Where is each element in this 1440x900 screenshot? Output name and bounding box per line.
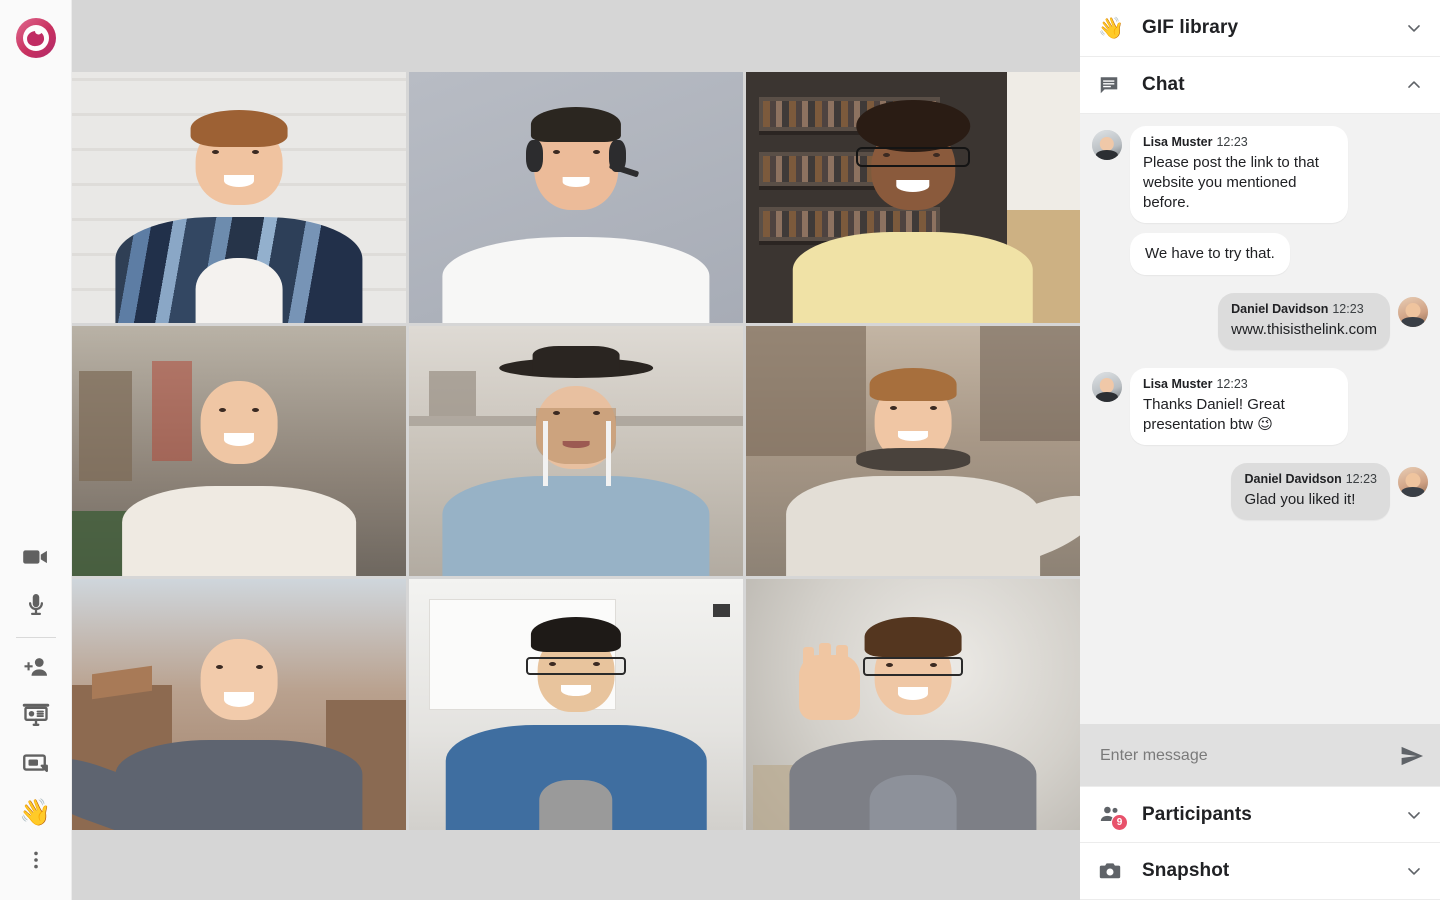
presentation-icon	[21, 701, 51, 731]
avatar	[1092, 372, 1122, 402]
chat-spacer	[1092, 526, 1428, 721]
microphone-icon	[21, 590, 51, 620]
waving-hand-icon: 👋	[1098, 18, 1128, 39]
chat-bubble: Daniel Davidson 12:23 Glad you liked it!	[1231, 463, 1390, 520]
chat-text: Please post the link to that website you…	[1143, 153, 1335, 213]
camera-icon	[1098, 859, 1128, 883]
invite-participant-button[interactable]	[8, 644, 64, 692]
chat-bubble-icon	[1098, 74, 1128, 96]
chat-message-meta: Lisa Muster 12:23	[1143, 135, 1335, 150]
chat-author: Daniel Davidson	[1244, 472, 1341, 486]
stage-bottom-area	[72, 830, 1080, 900]
snapshot-title: Snapshot	[1142, 860, 1404, 882]
video-tile-5[interactable]	[409, 326, 743, 577]
chat-author: Lisa Muster	[1143, 377, 1212, 391]
avatar	[1398, 297, 1428, 327]
video-camera-icon	[20, 541, 52, 573]
message-input[interactable]	[1100, 747, 1388, 765]
chat-time: 12:23	[1346, 472, 1377, 486]
chat-bubble: Lisa Muster 12:23 Thanks Daniel! Great pr…	[1130, 368, 1348, 445]
chevron-down-icon[interactable]	[1404, 805, 1424, 825]
panel-section-snapshot[interactable]: Snapshot	[1080, 843, 1440, 900]
waving-hand-icon: 👋	[19, 799, 51, 825]
chat-bubble: Lisa Muster 12:23 Please post the link to…	[1130, 126, 1348, 223]
chat-text: We have to try that.	[1145, 244, 1275, 264]
video-tile-4[interactable]	[72, 326, 406, 577]
video-tile-9[interactable]	[746, 579, 1080, 830]
video-tile-6[interactable]	[746, 326, 1080, 577]
video-tile-1[interactable]	[72, 72, 406, 323]
toolbar-divider	[16, 637, 56, 638]
chat-bubble: We have to try that.	[1130, 233, 1290, 275]
chat-author: Daniel Davidson	[1231, 302, 1328, 316]
chevron-down-icon[interactable]	[1404, 861, 1424, 881]
chat-time: 12:23	[1216, 377, 1247, 391]
video-tile-7[interactable]	[72, 579, 406, 830]
participants-title: Participants	[1142, 804, 1404, 826]
panel-section-gif-library[interactable]: 👋 GIF library	[1080, 0, 1440, 57]
right-panel: 👋 GIF library Chat	[1080, 0, 1440, 900]
more-vertical-icon	[24, 848, 48, 872]
video-stage	[72, 0, 1080, 900]
chat-message-meta: Daniel Davidson 12:23	[1231, 302, 1377, 317]
video-grid	[72, 72, 1080, 830]
chat-message: Daniel Davidson 12:23 Glad you liked it!	[1092, 463, 1428, 520]
video-tile-8[interactable]	[409, 579, 743, 830]
chat-text: Glad you liked it!	[1244, 490, 1377, 510]
share-screen-button[interactable]	[8, 740, 64, 788]
video-tile-3[interactable]	[746, 72, 1080, 323]
screen-share-icon	[21, 749, 51, 779]
raise-hand-button[interactable]: 👋	[8, 788, 64, 836]
chevron-down-icon[interactable]	[1404, 18, 1424, 38]
chat-message: Lisa Muster 12:23 Thanks Daniel! Great pr…	[1092, 368, 1428, 445]
video-tile-2[interactable]	[409, 72, 743, 323]
panel-section-participants[interactable]: 9 Participants	[1080, 786, 1440, 843]
chat-text: www.thisisthelink.com	[1231, 320, 1377, 340]
toggle-microphone-button[interactable]	[8, 581, 64, 629]
gif-library-title: GIF library	[1142, 17, 1404, 39]
presentation-button[interactable]	[8, 692, 64, 740]
toggle-camera-button[interactable]	[8, 533, 64, 581]
chat-composer	[1080, 724, 1440, 786]
chat-title: Chat	[1142, 74, 1404, 96]
eye-logo-icon	[16, 18, 56, 58]
left-toolbar: 👋	[0, 0, 72, 900]
chat-message: Daniel Davidson 12:23 www.thisisthelink.c…	[1092, 293, 1428, 350]
chat-time: 12:23	[1216, 135, 1247, 149]
panel-section-chat[interactable]: Chat	[1080, 57, 1440, 114]
chat-author: Lisa Muster	[1143, 135, 1212, 149]
participants-count-badge: 9	[1111, 814, 1128, 831]
avatar	[1092, 130, 1122, 160]
video-conference-app: 👋	[0, 0, 1440, 900]
chat-time: 12:23	[1332, 302, 1363, 316]
people-icon: 9	[1098, 803, 1128, 827]
send-icon[interactable]	[1398, 742, 1426, 770]
chat-message: Lisa Muster 12:23 Please post the link to…	[1092, 126, 1428, 223]
chat-message-list[interactable]: Lisa Muster 12:23 Please post the link to…	[1080, 114, 1440, 724]
chevron-up-icon[interactable]	[1404, 75, 1424, 95]
chat-text: Thanks Daniel! Great presentation btw 😉	[1143, 395, 1335, 435]
chat-bubble: Daniel Davidson 12:23 www.thisisthelink.c…	[1218, 293, 1390, 350]
chat-message: We have to try that.	[1130, 233, 1428, 275]
chat-message-meta: Daniel Davidson 12:23	[1244, 472, 1377, 487]
more-options-button[interactable]	[8, 836, 64, 884]
chat-message-meta: Lisa Muster 12:23	[1143, 377, 1335, 392]
avatar	[1398, 467, 1428, 497]
add-person-icon	[21, 653, 51, 683]
app-logo[interactable]	[16, 18, 56, 58]
